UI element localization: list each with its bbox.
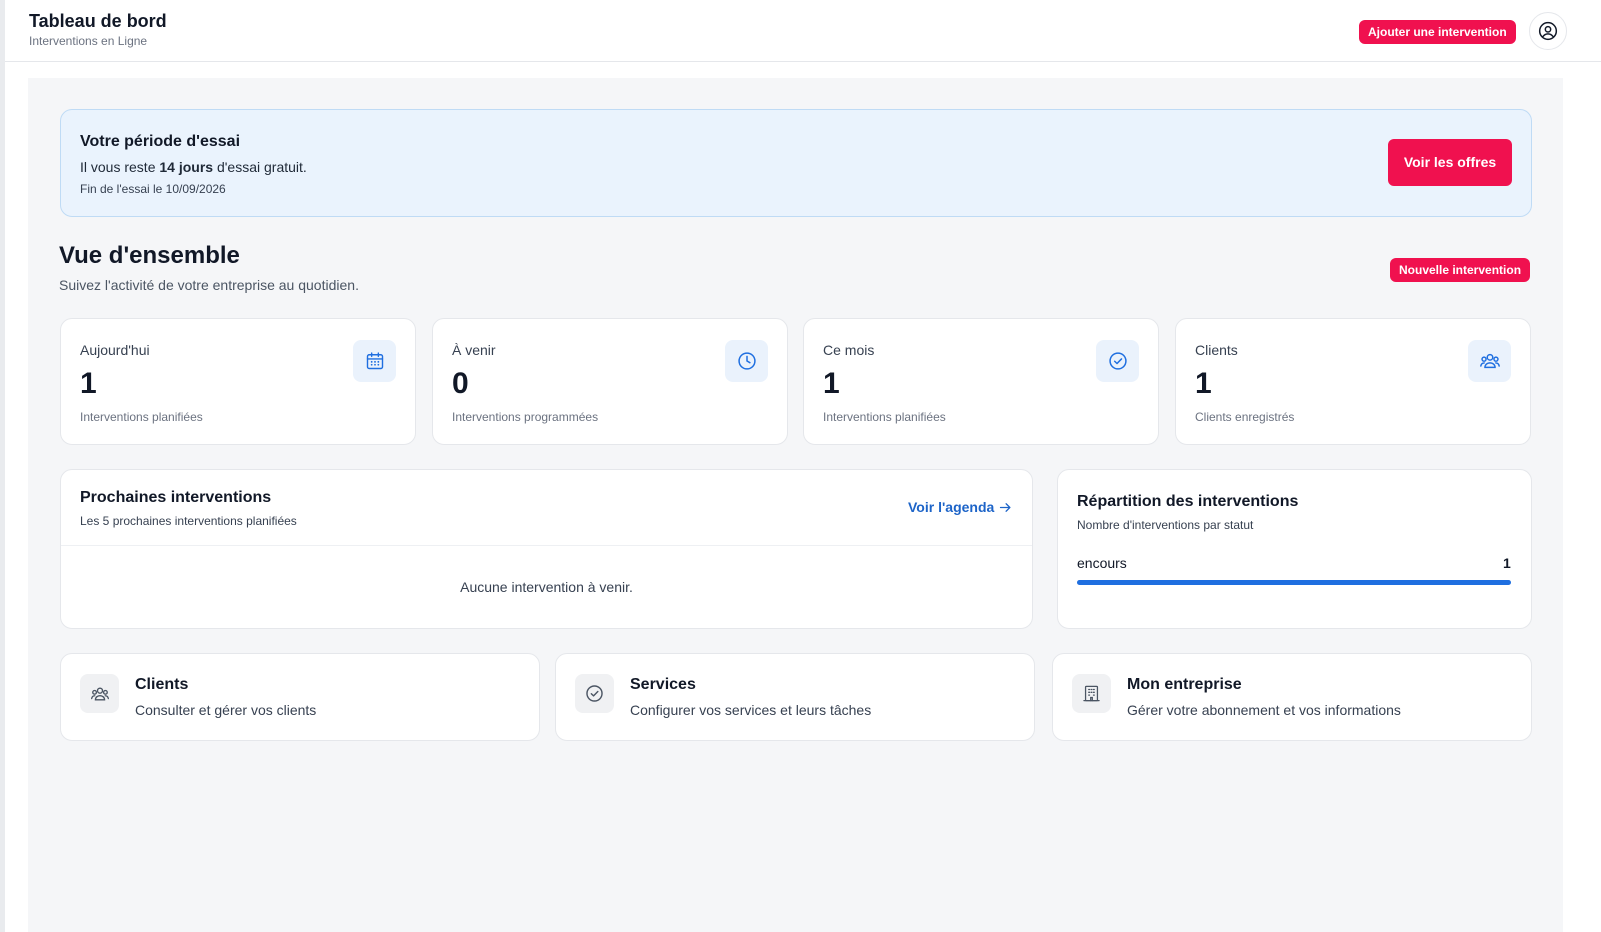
stat-description: Clients enregistrés xyxy=(1195,410,1295,424)
status-count: 1 xyxy=(1503,555,1511,571)
stat-card-clients: Clients 1 Clients enregistrés xyxy=(1175,318,1531,445)
users-icon xyxy=(1468,340,1511,382)
trial-remaining-suffix: d'essai gratuit. xyxy=(213,159,307,175)
view-agenda-link[interactable]: Voir l'agenda xyxy=(908,499,1013,515)
card-divider xyxy=(61,545,1032,546)
stat-description: Interventions planifiées xyxy=(80,410,203,424)
building-icon xyxy=(1072,674,1111,713)
overview-title: Vue d'ensemble xyxy=(59,242,240,269)
page-title: Tableau de bord xyxy=(29,11,167,31)
check-circle-icon xyxy=(575,674,614,713)
trial-remaining-prefix: Il vous reste xyxy=(80,159,160,175)
upcoming-interventions-card: Prochaines interventions Les 5 prochaine… xyxy=(60,469,1033,629)
shortcut-subtitle: Gérer votre abonnement et vos informatio… xyxy=(1127,702,1401,718)
add-intervention-button[interactable]: Ajouter une intervention xyxy=(1359,20,1516,44)
stat-value: 1 xyxy=(823,367,840,400)
shortcut-title: Clients xyxy=(135,676,189,693)
stat-card-upcoming: À venir 0 Interventions programmées xyxy=(432,318,788,445)
stat-label: Clients xyxy=(1195,342,1238,358)
distribution-card: Répartition des interventions Nombre d'i… xyxy=(1057,469,1532,629)
distribution-title: Répartition des interventions xyxy=(1077,493,1299,510)
shortcut-title: Mon entreprise xyxy=(1127,676,1242,693)
left-edge-bar xyxy=(0,0,5,932)
new-intervention-button[interactable]: Nouvelle intervention xyxy=(1390,258,1531,282)
status-progress-fill xyxy=(1077,580,1511,585)
account-button[interactable] xyxy=(1529,12,1567,50)
shortcut-clients[interactable]: Clients Consulter et gérer vos clients xyxy=(60,653,540,741)
users-icon xyxy=(80,674,119,713)
shortcut-company[interactable]: Mon entreprise Gérer votre abonnement et… xyxy=(1052,653,1532,741)
shortcut-subtitle: Consulter et gérer vos clients xyxy=(135,702,317,718)
calendar-icon xyxy=(353,340,396,382)
upcoming-subtitle: Les 5 prochaines interventions planifiée… xyxy=(80,514,297,528)
stat-value: 0 xyxy=(452,367,469,400)
upcoming-title: Prochaines interventions xyxy=(80,489,272,506)
trial-end-date: Fin de l'essai le 10/09/2026 xyxy=(80,182,226,196)
stat-label: Aujourd'hui xyxy=(80,342,150,358)
main-content: Votre période d'essai Il vous reste 14 j… xyxy=(28,78,1563,932)
trial-days: 14 jours xyxy=(159,159,214,175)
view-offers-button[interactable]: Voir les offres xyxy=(1388,139,1512,186)
app-name: Interventions en Ligne xyxy=(29,34,148,48)
stat-description: Interventions planifiées xyxy=(823,410,946,424)
stat-label: À venir xyxy=(452,342,496,358)
trial-banner: Votre période d'essai Il vous reste 14 j… xyxy=(60,109,1532,217)
check-circle-icon xyxy=(1096,340,1139,382)
status-label: encours xyxy=(1077,555,1127,571)
stat-value: 1 xyxy=(80,367,97,400)
empty-state-text: Aucune intervention à venir. xyxy=(460,579,633,595)
trial-remaining: Il vous reste 14 jours d'essai gratuit. xyxy=(80,159,307,175)
shortcut-title: Services xyxy=(630,676,696,693)
arrow-right-icon xyxy=(1000,502,1011,512)
overview-subtitle: Suivez l'activité de votre entreprise au… xyxy=(59,277,359,293)
shortcut-services[interactable]: Services Configurer vos services et leur… xyxy=(555,653,1035,741)
stat-description: Interventions programmées xyxy=(452,410,599,424)
trial-title: Votre période d'essai xyxy=(80,133,241,150)
shortcut-subtitle: Configurer vos services et leurs tâches xyxy=(630,702,872,718)
clock-icon xyxy=(725,340,768,382)
top-header: Tableau de bord Interventions en Ligne A… xyxy=(5,0,1601,62)
stat-label: Ce mois xyxy=(823,342,875,358)
stat-card-month: Ce mois 1 Interventions planifiées xyxy=(803,318,1159,445)
user-circle-icon xyxy=(1538,21,1558,41)
distribution-subtitle: Nombre d'interventions par statut xyxy=(1077,518,1254,532)
status-progress-track xyxy=(1077,580,1511,585)
view-agenda-label: Voir l'agenda xyxy=(908,499,995,515)
stat-value: 1 xyxy=(1195,367,1212,400)
stat-card-today: Aujourd'hui 1 Interventions planifiées xyxy=(60,318,416,445)
